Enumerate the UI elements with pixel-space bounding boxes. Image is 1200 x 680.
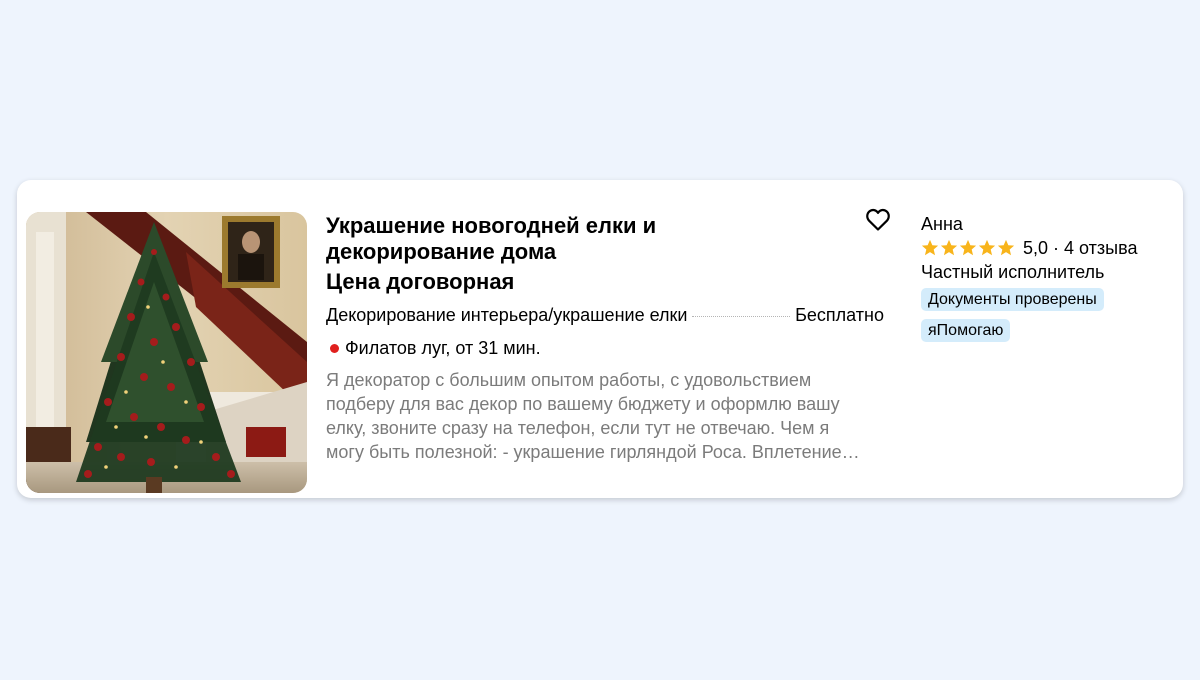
service-price-row: Декорирование интерьера/украшение елки Б…: [326, 303, 884, 327]
listing-location: Филатов луг, от 31 мин.: [326, 336, 886, 360]
listing-content: Украшение новогодней елки и декорировани…: [326, 213, 886, 464]
metro-station: Филатов луг, от 31 мин.: [345, 338, 541, 358]
listing-card[interactable]: Украшение новогодней елки и декорировани…: [17, 180, 1183, 498]
badge-ya-pomogayu: яПомогаю: [921, 319, 1011, 342]
star-icon: [940, 239, 958, 256]
rating-stars: [921, 239, 1016, 257]
heart-outline-icon: [866, 208, 890, 231]
service-name: Декорирование интерьера/украшение елки: [326, 305, 688, 325]
star-icon: [978, 239, 996, 256]
listing-title[interactable]: Украшение новогодней елки и декорировани…: [326, 213, 826, 265]
seller-badges: Документы проверены яПомогаю: [921, 284, 1161, 342]
favorite-button[interactable]: [865, 208, 891, 232]
listing-price: Цена договорная: [326, 269, 515, 294]
badge-documents-verified: Документы проверены: [921, 288, 1104, 311]
review-count: 4 отзыва: [1064, 238, 1138, 258]
seller-type: Частный исполнитель: [921, 262, 1105, 282]
rating-separator: ·: [1053, 238, 1060, 258]
seller-name[interactable]: Анна: [921, 212, 1161, 236]
star-icon: [997, 239, 1015, 256]
rating-value: 5,0: [1023, 238, 1049, 258]
dotted-leader: [692, 316, 791, 317]
christmas-tree-photo: [26, 212, 307, 493]
listing-photo[interactable]: [26, 212, 307, 493]
star-icon: [959, 239, 977, 256]
seller-rating[interactable]: 5,0 · 4 отзыва: [921, 236, 1161, 260]
listing-description: Я декоратор с большим опытом работы, с у…: [326, 370, 860, 462]
metro-line-icon: [330, 343, 339, 353]
seller-info: Анна 5,0 · 4 отзыва Частный исполнитель …: [921, 212, 1161, 342]
service-price: Бесплатно: [795, 305, 884, 325]
star-icon: [921, 239, 939, 256]
